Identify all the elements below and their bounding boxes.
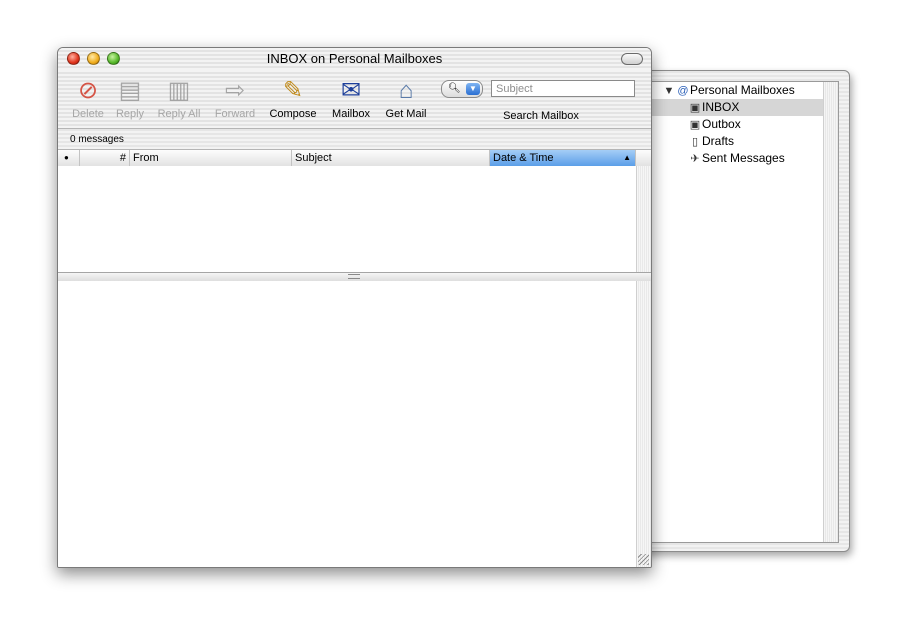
mailbox-list: ▼ @Personal Mailboxes ▣ INBOX ▣ Outbox ▯ Dra… [651, 81, 839, 543]
mailbox-button[interactable]: ✉ Mailbox [328, 70, 374, 128]
reply-button[interactable]: ▤ Reply [111, 70, 149, 128]
message-preview[interactable] [58, 281, 636, 567]
message-list-header: ● # From Subject Date & Time ▲ [58, 149, 651, 167]
message-list-scrollbar[interactable] [636, 166, 651, 272]
toolbar-toggle-button[interactable] [621, 53, 643, 65]
search-input[interactable] [491, 80, 635, 97]
forward-button[interactable]: ⇨ Forward [211, 70, 259, 128]
tree-item-inbox[interactable]: ▣ INBOX [652, 99, 828, 116]
compose-button[interactable]: ✎ Compose [266, 70, 320, 128]
mailbox-label: INBOX [702, 100, 740, 114]
column-label: Subject [295, 152, 332, 164]
tree-item-outbox[interactable]: ▣ Outbox [688, 116, 741, 133]
sent-icon: ✈ [690, 153, 700, 165]
forward-icon: ⇨ [224, 77, 246, 104]
column-status[interactable]: ● [58, 150, 80, 166]
mailbox-label: Drafts [702, 134, 735, 148]
search-label: Search Mailbox [503, 110, 579, 122]
at-sign-icon: @ [677, 85, 689, 97]
account-label: Personal Mailboxes [690, 83, 795, 97]
column-from[interactable]: From [130, 150, 292, 166]
viewer-window: INBOX on Personal Mailboxes ⊘ Delete ▤ R… [57, 47, 652, 568]
disclosure-triangle-icon[interactable]: ▼ [662, 83, 676, 100]
get-mail-icon: ⌂ [398, 77, 414, 104]
column-subject[interactable]: Subject [292, 150, 490, 166]
column-label: # [119, 152, 126, 164]
mailbox-label: Sent Messages [702, 151, 785, 165]
resize-handle-icon[interactable] [638, 554, 649, 565]
reply-all-icon: ▥ [167, 77, 191, 104]
column-number[interactable]: # [80, 150, 130, 166]
inbox-icon: ▣ [689, 102, 701, 114]
message-list[interactable] [58, 166, 636, 272]
delete-button[interactable]: ⊘ Delete [68, 70, 108, 128]
sort-ascending-icon: ▲ [623, 153, 631, 162]
column-date[interactable]: Date & Time ▲ [490, 150, 636, 166]
mailbox-drawer: ▼ @Personal Mailboxes ▣ INBOX ▣ Outbox ▯ Dra… [640, 70, 850, 552]
chevron-down-icon: ▼ [466, 83, 480, 95]
search-options-button[interactable]: 🔍︎ ▼ [441, 80, 483, 98]
search-icon: 🔍︎ [448, 83, 461, 94]
delete-icon: ⊘ [77, 77, 99, 104]
mailbox-icon: ✉ [340, 77, 362, 104]
reply-icon: ▤ [118, 77, 142, 104]
window-title: INBOX on Personal Mailboxes [266, 51, 443, 66]
preview-scrollbar[interactable] [636, 281, 651, 567]
drafts-icon: ▯ [691, 136, 699, 148]
drawer-scrollbar[interactable] [823, 82, 838, 542]
status-dot-icon: ● [64, 153, 69, 162]
tree-item-sent[interactable]: ✈ Sent Messages [688, 150, 785, 167]
get-mail-button[interactable]: ⌂ Get Mail [382, 70, 430, 128]
title-bar[interactable]: INBOX on Personal Mailboxes [58, 48, 651, 70]
toolbar: ⊘ Delete ▤ Reply ▥ Reply All ⇨ Forward ✎… [58, 70, 651, 129]
status-bar: 0 messages [58, 129, 651, 149]
splitter-grip-icon[interactable] [348, 274, 360, 279]
column-label: From [133, 152, 159, 164]
reply-all-button[interactable]: ▥ Reply All [153, 70, 205, 128]
message-count: 0 messages [70, 134, 124, 145]
outbox-icon: ▣ [689, 119, 701, 131]
mailbox-label: Outbox [702, 117, 741, 131]
column-label: Date & Time [493, 152, 554, 164]
pencil-icon: ✎ [282, 77, 304, 104]
tree-item-account[interactable]: ▼ @Personal Mailboxes [662, 82, 795, 99]
tree-item-drafts[interactable]: ▯ Drafts [688, 133, 734, 150]
